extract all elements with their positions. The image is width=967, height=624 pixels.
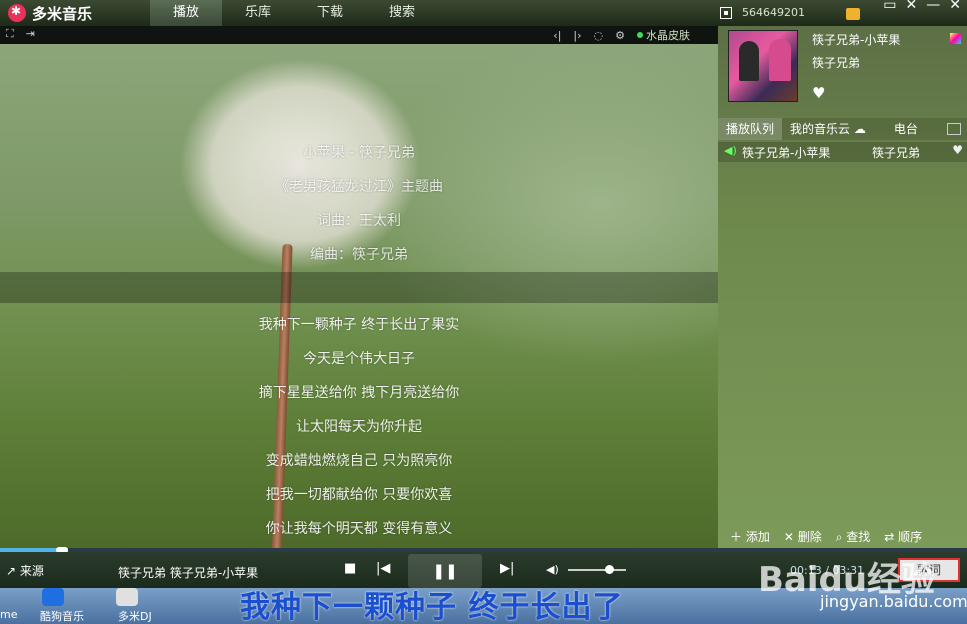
fullscreen-icon[interactable]: ⛶ <box>6 27 14 41</box>
queue-track-artist: 筷子兄弟 <box>872 146 921 160</box>
app-title: 多米音乐 <box>32 4 93 23</box>
pause-icon: ❚❚ <box>432 562 458 580</box>
tab-radio[interactable]: 电台 <box>886 118 926 140</box>
window-controls: ▭ ✕ — ✕ <box>883 0 961 13</box>
lyric-header-line: 小苹果 - 筷子兄弟 <box>303 145 415 161</box>
lyric-header-line: 编曲：筷子兄弟 <box>310 247 408 263</box>
lyric-line: 变成蜡烛燃烧自己 只为照亮你 <box>265 453 453 469</box>
current-lyric-band <box>0 272 718 303</box>
pin-icon[interactable]: ⇥ <box>26 27 35 41</box>
prev-lyric-icon[interactable]: ‹| <box>553 29 561 42</box>
duomi-dj-icon[interactable] <box>116 588 138 606</box>
source-button[interactable]: ↗ 来源 <box>6 562 44 579</box>
collapse-button[interactable]: ✕ <box>906 0 918 13</box>
mini-mode-button[interactable]: ▭ <box>883 0 896 13</box>
theme-color-icon[interactable] <box>950 33 961 44</box>
next-icon[interactable]: ▶| <box>500 561 514 576</box>
right-panel: 筷子兄弟-小苹果 筷子兄弟 ♥ 播放队列 我的音乐云 ☁ 电台 ◀) 筷子兄弟-… <box>718 26 967 548</box>
album-cover[interactable] <box>728 30 798 102</box>
lyric-line: 摘下星星送给你 拽下月亮送给你 <box>258 385 460 401</box>
tab-music-cloud[interactable]: 我的音乐云 ☁ <box>782 118 874 140</box>
app-logo: 多米音乐 <box>8 2 92 24</box>
favorite-heart-icon[interactable]: ♥ <box>812 84 825 102</box>
delete-button[interactable]: ✕ 删除 <box>784 528 822 545</box>
player-track: 筷子兄弟 筷子兄弟-小苹果 <box>118 566 259 580</box>
now-playing-title: 筷子兄弟-小苹果 <box>812 33 901 47</box>
taskbar-item[interactable]: me <box>0 608 17 621</box>
skin-label: 水晶皮肤 <box>646 29 690 42</box>
lyric-line: 今天是个伟大日子 <box>303 351 415 367</box>
kugou-icon[interactable] <box>42 588 64 606</box>
panel-actions: ＋ 添加 ✕ 删除 ⌕ 查找 ⇄ 顺序 <box>718 524 967 548</box>
previous-icon[interactable]: |◀ <box>376 561 390 576</box>
comment-icon[interactable]: ◌ <box>594 29 604 42</box>
close-button[interactable]: ✕ <box>949 0 961 13</box>
skin-selector[interactable]: 水晶皮肤 <box>637 27 690 43</box>
lyric-line: 把我一切都献给你 只要你欢喜 <box>265 487 453 503</box>
now-playing-artist[interactable]: 筷子兄弟 <box>812 54 860 71</box>
tab-play-queue[interactable]: 播放队列 <box>718 118 783 140</box>
find-button[interactable]: ⌕ 查找 <box>836 528 871 545</box>
next-lyric-icon[interactable]: |› <box>573 29 581 42</box>
tab-play[interactable]: 播放 <box>150 0 222 26</box>
user-id[interactable]: 564649201 <box>742 6 805 19</box>
message-icon[interactable] <box>846 8 860 20</box>
duomi-logo-icon <box>8 4 26 22</box>
speaker-icon: ◀) <box>724 144 737 157</box>
desktop-lyric[interactable]: 我种下一颗种子 终于长出了 <box>240 582 623 624</box>
lyric-header-line: 词曲：王太利 <box>317 213 401 229</box>
tab-search[interactable]: 搜索 <box>366 0 438 26</box>
queue-row[interactable]: ◀) 筷子兄弟-小苹果 筷子兄弟 ♥ <box>718 142 967 162</box>
watermark-url: jingyan.baidu.com <box>820 592 967 611</box>
lyric-line: 我种下一颗种子 终于长出了果实 <box>258 317 460 333</box>
lyric-line: 让太阳每天为你升起 <box>296 419 422 435</box>
stop-icon[interactable]: ■ <box>344 561 356 576</box>
tab-library[interactable]: 乐库 <box>222 0 294 26</box>
skin-dot-icon <box>637 32 643 38</box>
lyric-line: 你让我每个明天都 变得有意义 <box>265 521 453 537</box>
user-icon[interactable] <box>720 7 732 19</box>
volume-icon[interactable]: ◀) <box>546 563 559 576</box>
lyric-header-line: 《老男孩猛龙过江》主题曲 <box>275 179 443 195</box>
main-tabs: 播放 乐库 下载 搜索 <box>150 0 438 26</box>
panel-tabs: 播放队列 我的音乐云 ☁ 电台 <box>718 118 967 140</box>
add-button[interactable]: ＋ 添加 <box>730 528 770 545</box>
taskbar-item[interactable]: 酷狗音乐 <box>40 608 84 624</box>
volume-slider[interactable] <box>568 569 626 571</box>
lyrics-visual-area: 小苹果 - 筷子兄弟 《老男孩猛龙过江》主题曲 词曲：王太利 编曲：筷子兄弟 我… <box>0 44 718 548</box>
volume-knob[interactable] <box>604 565 614 574</box>
cloud-icon: ☁ <box>853 122 866 136</box>
queue-heart-icon[interactable]: ♥ <box>952 143 963 157</box>
title-bar: 多米音乐 播放 乐库 下载 搜索 564649201 ▭ ✕ — ✕ <box>0 0 967 26</box>
visual-toolbar: ⛶ ⇥ ‹| |› ◌ ⚙ 水晶皮肤 <box>0 26 718 44</box>
taskbar-item[interactable]: 多米DJ <box>118 608 152 624</box>
list-view-icon[interactable] <box>947 123 961 135</box>
minimize-button[interactable]: — <box>926 0 940 13</box>
settings-gear-icon[interactable]: ⚙ <box>615 29 625 42</box>
queue-track-title: 筷子兄弟-小苹果 <box>742 146 831 160</box>
order-button[interactable]: ⇄ 顺序 <box>884 528 922 545</box>
tab-download[interactable]: 下载 <box>294 0 366 26</box>
